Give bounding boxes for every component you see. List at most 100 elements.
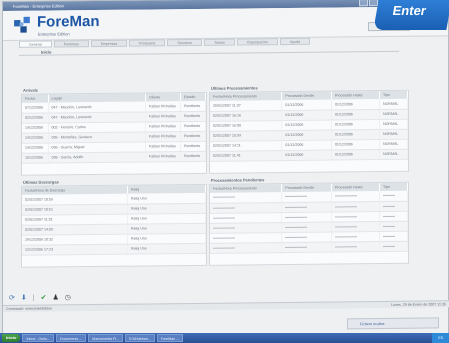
cell xyxy=(281,201,332,213)
taskbar: Inicio Inbox - Outlo... Documents ... Ma… xyxy=(0,333,449,343)
edition-badge-label: Enter xyxy=(391,3,428,18)
cell: 01/12/2006 xyxy=(331,119,380,130)
cell xyxy=(379,220,408,232)
cell: 01/12/2006 xyxy=(331,99,380,110)
user-icon[interactable]: ♟ xyxy=(52,293,58,301)
cell: Pendiente xyxy=(180,120,206,132)
cell: 01/12/2006 xyxy=(281,99,332,111)
cell xyxy=(379,240,408,252)
cell xyxy=(379,200,408,212)
subbar-label[interactable]: Inicio xyxy=(41,49,51,54)
tab-productos[interactable]: Productos xyxy=(129,39,166,47)
cell: Fabian Pichadas xyxy=(145,141,181,152)
table-row[interactable]: 12/12/2006 17:23 Reloj Uno xyxy=(22,242,206,255)
pending-processing-table: Fecha/Hora Procesamiento Procesado Desde… xyxy=(210,182,408,254)
tab-ayuda[interactable]: Ayuda xyxy=(279,37,311,46)
taskbar-item-foreman[interactable]: ForeMan ... xyxy=(156,334,184,342)
window-title: ForeMan - Enterprise Edition xyxy=(13,3,65,9)
cell: 01/12/2006 xyxy=(331,149,380,160)
refresh-icon[interactable]: ⟳ xyxy=(9,294,15,302)
cell xyxy=(331,221,380,232)
cell: 15/12/2006 xyxy=(22,152,48,163)
minimize-button[interactable] xyxy=(359,0,368,7)
pending-processing-title: Procesamientos Pendientes xyxy=(211,177,265,183)
last-processing-title: Últimos Procesamientos xyxy=(211,85,258,91)
tab-personas[interactable]: Personas xyxy=(53,40,89,48)
cell: 01/12/2006 xyxy=(331,139,380,150)
cell: 01/12/2006 xyxy=(331,109,380,120)
cell: 038 - Garcia, Adolfo xyxy=(48,151,146,163)
cell: Fabian Pichadas xyxy=(145,151,181,162)
arrivals-title: Arrivals xyxy=(23,87,38,93)
cell: Fabian Pichadas xyxy=(145,111,181,122)
arrivals-col-fecha[interactable]: Fecha xyxy=(22,94,48,103)
foreman-logo-icon xyxy=(14,16,30,33)
download-icon[interactable]: ⬇ xyxy=(21,294,27,302)
tab-tareas[interactable]: Tareas xyxy=(203,38,235,46)
pending-processing-panel: Fecha/Hora Procesamiento Procesado Desde… xyxy=(209,181,409,266)
cell xyxy=(281,231,332,243)
brand-subtitle: Enterprise Edition xyxy=(38,31,70,37)
brand-name: ForeMan xyxy=(37,12,100,31)
cell: NORMAL xyxy=(379,128,408,140)
cell: 01/12/2006 xyxy=(281,139,332,151)
taskbar-item-outlook[interactable]: Inbox - Outlo... xyxy=(22,334,55,342)
table-row[interactable] xyxy=(210,240,408,253)
cell: NORMAL xyxy=(379,138,408,150)
cell: NORMAL xyxy=(379,108,408,120)
cell xyxy=(281,221,332,233)
cell: NORMAL xyxy=(379,148,408,160)
arrivals-table: Fecha Legajo Cliente Estado 07/12/2006 04… xyxy=(22,92,206,163)
table-row[interactable]: 15/12/2006 038 - Garcia, Adolfo Fabian Pic… xyxy=(22,150,206,163)
cell: Reloj Uno xyxy=(127,242,206,254)
hidden-files-panel[interactable]: Fichero ocultos xyxy=(347,317,439,330)
cell: Pendiente xyxy=(180,130,206,142)
cell xyxy=(281,191,332,203)
cell: 07/12/2006 xyxy=(22,102,48,113)
cell: Pendiente xyxy=(180,150,206,162)
last-processing-table: Fecha/Hora Procesamiento Procesado Desde… xyxy=(210,90,408,162)
last-processing-panel: Fecha/Hora Procesamiento Procesado Desde… xyxy=(209,89,409,174)
tab-organizacion[interactable]: Organización xyxy=(236,38,278,46)
cell: 14/12/2006 xyxy=(22,122,48,133)
cell: Pendiente xyxy=(180,140,206,152)
cell: 01/12/2006 xyxy=(331,129,380,140)
taskbar-item-documents[interactable]: Documents ... xyxy=(56,334,87,342)
cell xyxy=(331,241,380,252)
cell xyxy=(331,191,380,202)
cell xyxy=(281,241,332,253)
cell: Fabian Pichadas xyxy=(145,101,181,112)
cell: Fabian Pichadas xyxy=(145,121,181,132)
separator-icon: | xyxy=(32,294,35,302)
cell: 01/12/2006 xyxy=(281,129,332,141)
check-icon[interactable]: ✔ xyxy=(41,294,47,302)
clock-icon[interactable]: ◷ xyxy=(65,293,71,301)
cell: 02/12/2006 xyxy=(22,112,48,123)
cell: 01/12/2006 xyxy=(281,149,332,161)
edition-badge: Enter xyxy=(373,0,449,30)
tab-general[interactable]: General xyxy=(19,40,52,48)
taskbar-item-macromedia[interactable]: Macromedia Fl... xyxy=(88,334,123,342)
last-downloads-table: Fecha/Hora de Descarga Reloj 02/01/2007 … xyxy=(22,184,206,255)
system-tray[interactable]: ES xyxy=(432,333,449,343)
start-button[interactable]: Inicio xyxy=(2,334,21,342)
arrivals-col-estado[interactable]: Estado xyxy=(180,92,206,102)
cell: NORMAL xyxy=(379,98,408,110)
cell: 14/12/2006 xyxy=(22,132,48,143)
cell: 12/12/2006 17:23 xyxy=(22,243,128,255)
cell xyxy=(281,211,332,223)
cell: 02/01/2007 11:41 xyxy=(210,150,282,161)
cell xyxy=(331,231,380,242)
tab-servicios[interactable]: Servicios xyxy=(167,38,202,47)
status-left: Conectado: enterprise\fabian xyxy=(6,306,53,311)
taskbar-item-explorer[interactable]: D:\\Esteban... xyxy=(124,334,155,342)
tab-empresas[interactable]: Empresas xyxy=(90,39,128,48)
last-downloads-panel: Fecha/Hora de Descarga Reloj 02/01/2007 … xyxy=(21,183,207,268)
cell xyxy=(210,242,282,253)
cell: Fabian Pichadas xyxy=(145,131,181,142)
status-right: Lunes, 29 de Enero de 2007 11:35 xyxy=(390,302,446,307)
last-downloads-title: Últimas Descargas xyxy=(23,179,59,185)
app-window: ForeMan - Enterprise Edition ForeMan Ent… xyxy=(2,0,449,342)
table-row[interactable]: 02/01/2007 11:41 01/12/2006 01/12/2006 NORM… xyxy=(210,148,408,161)
cell: 01/12/2006 xyxy=(281,119,332,131)
